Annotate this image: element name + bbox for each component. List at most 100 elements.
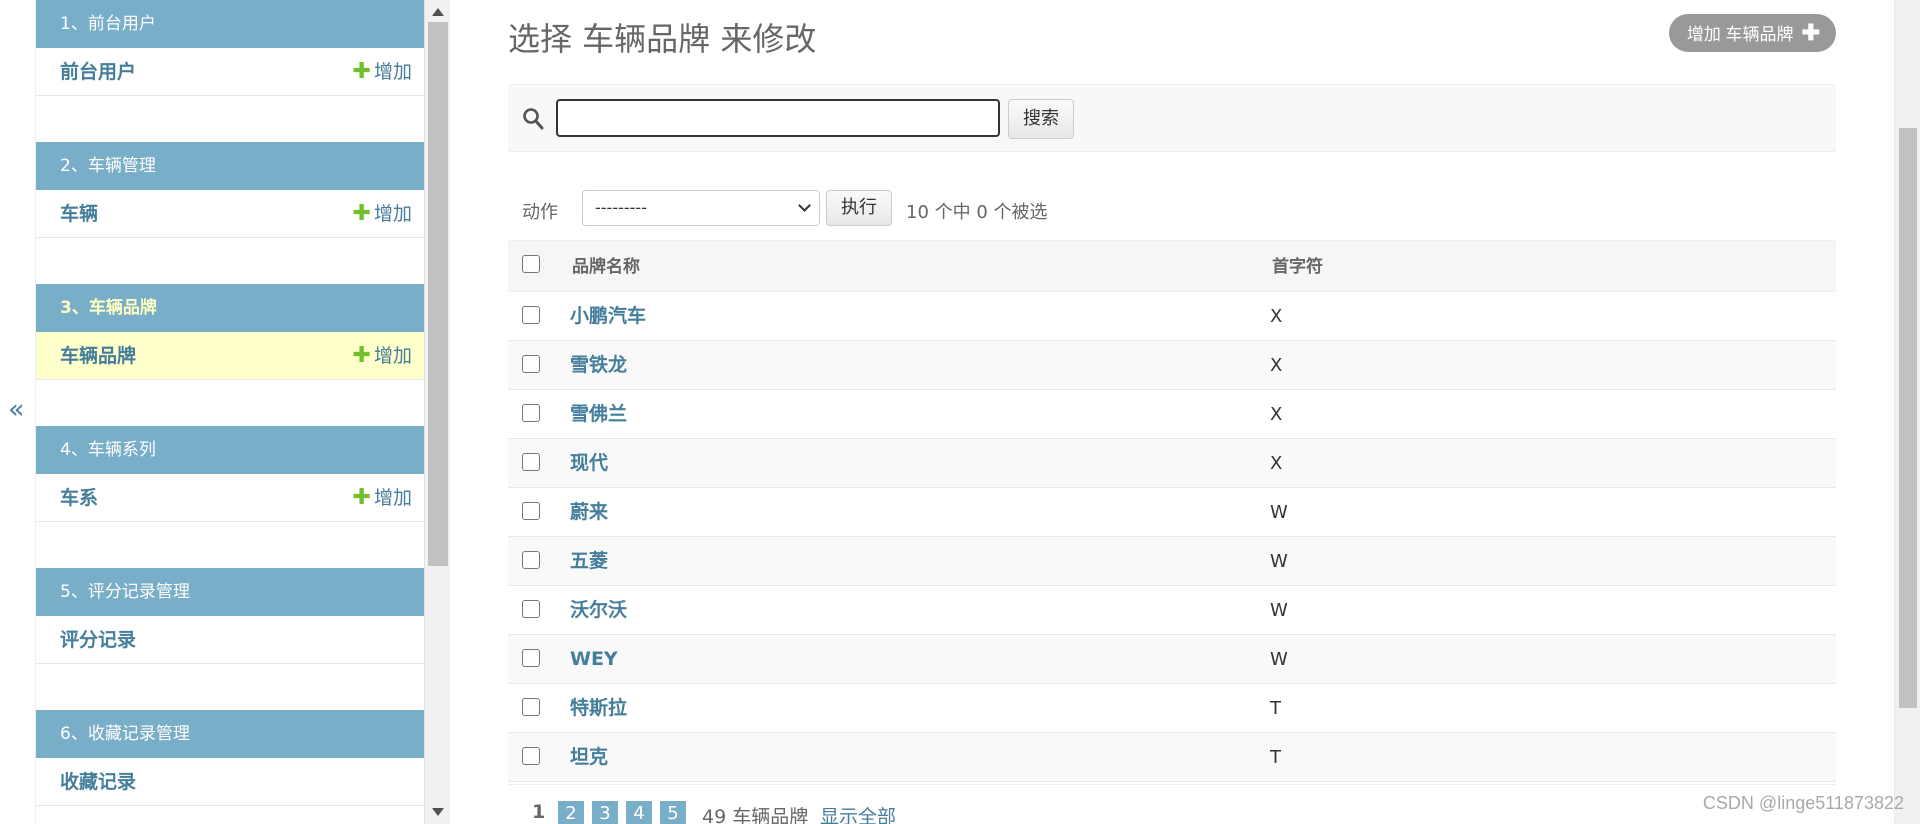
execute-button[interactable]: 执行: [826, 190, 892, 226]
plus-icon: ✚: [352, 343, 371, 368]
table-row: 现代 X: [508, 439, 1836, 488]
brand-name-link[interactable]: 蔚来: [570, 488, 608, 537]
page-link[interactable]: 4: [626, 801, 652, 824]
page-link[interactable]: 3: [592, 801, 618, 824]
table-row: 坦克 T: [508, 733, 1836, 782]
brand-initial: W: [1270, 502, 1288, 523]
search-button[interactable]: 搜索: [1008, 99, 1074, 139]
table-row: 雪佛兰 X: [508, 390, 1836, 439]
brand-initial: T: [1270, 698, 1281, 719]
brand-initial: X: [1270, 453, 1283, 474]
table-header: 品牌名称 首字符: [508, 240, 1836, 292]
sidebar-module-caption[interactable]: 6、收藏记录管理: [36, 710, 424, 758]
sidebar-add-link[interactable]: ✚ 增加: [353, 332, 412, 380]
plus-icon: ✚: [1801, 20, 1820, 45]
brand-name-link[interactable]: WEY: [570, 635, 618, 684]
sidebar-module-caption[interactable]: 4、车辆系列: [36, 426, 424, 474]
scroll-up-arrow-icon[interactable]: [432, 8, 444, 16]
brand-name-link[interactable]: 小鹏汽车: [570, 292, 646, 341]
sidebar-module: 4、车辆系列 车系 ✚ 增加: [36, 426, 424, 568]
table-row: 蔚来 W: [508, 488, 1836, 537]
brand-name-link[interactable]: 坦克: [570, 733, 608, 782]
sidebar-model-link[interactable]: 评分记录: [60, 616, 136, 664]
row-checkbox[interactable]: [522, 649, 540, 667]
sidebar-module-caption[interactable]: 1、前台用户: [36, 0, 424, 48]
main-content: 选择 车辆品牌 来修改 增加 车辆品牌 ✚ 搜索 动作 --------- 执行 …: [508, 0, 1836, 824]
sidebar-module-caption[interactable]: 2、车辆管理: [36, 142, 424, 190]
table-row: 雪铁龙 X: [508, 341, 1836, 390]
action-counter: 10 个中 0 个被选: [906, 202, 1048, 223]
table-row: WEY W: [508, 635, 1836, 684]
search-toolbar: 搜索: [508, 84, 1836, 152]
table-row: 沃尔沃 W: [508, 586, 1836, 635]
row-checkbox[interactable]: [522, 747, 540, 765]
watermark: CSDN @linge511873822: [1702, 793, 1904, 813]
action-select[interactable]: ---------: [582, 190, 820, 226]
sidebar-add-link[interactable]: ✚ 增加: [353, 48, 412, 96]
sidebar-scrollbar[interactable]: [424, 0, 450, 824]
sidebar-model-link[interactable]: 收藏记录: [60, 758, 136, 806]
current-page: 1: [532, 801, 546, 823]
table-row: 五菱 W: [508, 537, 1836, 586]
actions-bar: 动作 --------- 执行 10 个中 0 个被选: [508, 184, 1836, 234]
sidebar: 1、前台用户 前台用户 ✚ 增加 2、车辆管理 车辆 ✚ 增加 3、车辆品牌 车辆品牌 ✚ 增加 4、车…: [36, 0, 424, 824]
search-input[interactable]: [556, 99, 1000, 137]
brand-name-link[interactable]: 雪佛兰: [570, 390, 627, 439]
row-checkbox[interactable]: [522, 453, 540, 471]
sidebar-add-label: 增加: [373, 487, 412, 509]
sidebar-module-caption[interactable]: 5、评分记录管理: [36, 568, 424, 616]
brand-initial: W: [1270, 600, 1288, 621]
row-checkbox[interactable]: [522, 306, 540, 324]
brand-initial: X: [1270, 355, 1283, 376]
plus-icon: ✚: [352, 59, 371, 84]
sidebar-module: 3、车辆品牌 车辆品牌 ✚ 增加: [36, 284, 424, 426]
sidebar-model-link[interactable]: 车系: [60, 474, 98, 522]
row-checkbox[interactable]: [522, 355, 540, 373]
chevron-down-icon: [798, 199, 811, 212]
row-checkbox[interactable]: [522, 698, 540, 716]
brand-name-link[interactable]: 特斯拉: [570, 684, 627, 733]
column-header-brand-name[interactable]: 品牌名称: [572, 241, 640, 293]
sidebar-add-label: 增加: [373, 203, 412, 225]
brand-name-link[interactable]: 沃尔沃: [570, 586, 627, 635]
add-brand-button[interactable]: 增加 车辆品牌 ✚: [1668, 14, 1836, 52]
page-link[interactable]: 2: [558, 801, 584, 824]
sidebar-module-caption[interactable]: 3、车辆品牌: [36, 284, 424, 332]
sidebar-model-row: 评分记录: [36, 616, 424, 664]
sidebar-model-link[interactable]: 车辆品牌: [60, 332, 136, 380]
sidebar-model-link[interactable]: 车辆: [60, 190, 98, 238]
paginator: 1 2 3 4 5 49 车辆品牌 显示全部: [508, 784, 1836, 824]
scroll-down-arrow-icon[interactable]: [432, 808, 444, 816]
row-checkbox[interactable]: [522, 502, 540, 520]
brand-initial: W: [1270, 649, 1288, 670]
sidebar-module: 2、车辆管理 车辆 ✚ 增加: [36, 142, 424, 284]
page-scrollbar[interactable]: [1894, 0, 1920, 824]
row-checkbox[interactable]: [522, 600, 540, 618]
sidebar-collapse-bar[interactable]: «: [0, 0, 36, 824]
show-all-link[interactable]: 显示全部: [820, 802, 896, 824]
row-checkbox[interactable]: [522, 551, 540, 569]
row-checkbox[interactable]: [522, 404, 540, 422]
page-link[interactable]: 5: [660, 801, 686, 824]
add-brand-button-label: 增加 车辆品牌: [1686, 25, 1794, 44]
page-scrollbar-thumb[interactable]: [1899, 128, 1917, 708]
brand-name-link[interactable]: 雪铁龙: [570, 341, 627, 390]
collapse-sidebar-icon[interactable]: «: [8, 395, 25, 425]
sidebar-model-row: 收藏记录: [36, 758, 424, 806]
sidebar-scrollbar-thumb[interactable]: [428, 22, 448, 566]
brand-name-link[interactable]: 五菱: [570, 537, 608, 586]
sidebar-module: 6、收藏记录管理 收藏记录: [36, 710, 424, 824]
brand-name-link[interactable]: 现代: [570, 439, 608, 488]
sidebar-add-link[interactable]: ✚ 增加: [353, 474, 412, 522]
action-select-value: ---------: [595, 198, 647, 217]
page-title: 选择 车辆品牌 来修改: [508, 20, 817, 58]
sidebar-model-link[interactable]: 前台用户: [60, 48, 136, 96]
column-header-initial[interactable]: 首字符: [1272, 241, 1323, 293]
sidebar-add-link[interactable]: ✚ 增加: [353, 190, 412, 238]
select-all-checkbox[interactable]: [522, 255, 540, 273]
